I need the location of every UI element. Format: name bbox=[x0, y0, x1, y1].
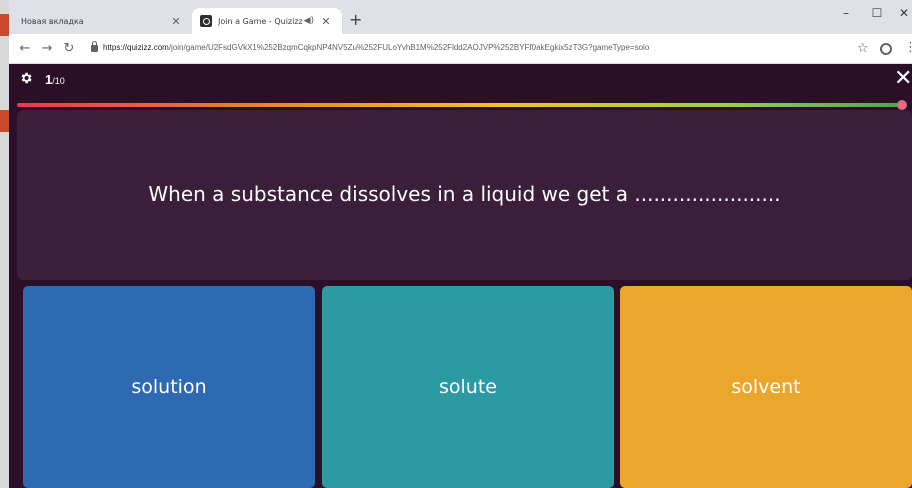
tab-label: Join a Game - Quizizz bbox=[218, 16, 303, 26]
question-counter: 1/10 bbox=[45, 72, 65, 87]
close-icon[interactable]: ✕ bbox=[894, 68, 912, 90]
minimize-button[interactable]: – bbox=[836, 6, 856, 20]
quiz-game: 1/10 ✕ When a substance dissolves in a l… bbox=[9, 64, 912, 488]
browser-toolbar: ← → ↻ https://quizizz.com/join/game/U2Fs… bbox=[9, 34, 912, 64]
back-arrow-icon[interactable]: ← bbox=[17, 41, 33, 57]
url-path: /join/game/U2FsdGVkX1%252BzqmCqkpNP4NV5Z… bbox=[168, 43, 650, 52]
tab-label: Новая вкладка bbox=[21, 16, 84, 26]
question-total: /10 bbox=[52, 76, 65, 86]
game-top-bar: 1/10 ✕ bbox=[9, 64, 912, 98]
star-icon[interactable]: ☆ bbox=[857, 41, 869, 56]
tab-new-tab[interactable]: Новая вкладка ✕ bbox=[9, 8, 192, 34]
reload-icon[interactable]: ↻ bbox=[61, 41, 77, 57]
question-text: When a substance dissolves in a liquid w… bbox=[148, 182, 781, 206]
answer-option-solvent[interactable]: solvent bbox=[620, 286, 912, 488]
lock-icon[interactable] bbox=[91, 41, 98, 52]
gear-icon[interactable] bbox=[19, 71, 33, 85]
forward-arrow-icon[interactable]: → bbox=[39, 41, 55, 57]
close-icon[interactable]: ✕ bbox=[168, 15, 184, 28]
progress-fill bbox=[17, 100, 907, 110]
speaker-icon[interactable]: ◀) bbox=[304, 16, 314, 26]
maximize-button[interactable]: ☐ bbox=[867, 6, 887, 20]
answer-option-solution[interactable]: solution bbox=[23, 286, 315, 488]
tab-strip: Новая вкладка ✕ Join a Game - Quizizz ◀)… bbox=[9, 0, 912, 34]
account-icon[interactable] bbox=[880, 43, 892, 55]
progress-knob bbox=[897, 100, 907, 110]
window-close-button[interactable]: ✕ bbox=[894, 6, 912, 20]
answer-option-solute[interactable]: solute bbox=[322, 286, 614, 488]
desktop-edge-mark bbox=[0, 14, 9, 36]
progress-bar bbox=[17, 100, 907, 110]
url-host: https://quizizz.com bbox=[103, 43, 169, 52]
tab-quizizz[interactable]: Join a Game - Quizizz ◀) ✕ bbox=[192, 8, 342, 34]
desktop-edge-mark bbox=[0, 110, 9, 132]
browser-window: Новая вкладка ✕ Join a Game - Quizizz ◀)… bbox=[9, 0, 912, 488]
address-bar[interactable]: https://quizizz.com/join/game/U2FsdGVkX1… bbox=[103, 43, 843, 52]
question-panel: When a substance dissolves in a liquid w… bbox=[17, 110, 912, 280]
menu-icon[interactable]: ⋮ bbox=[904, 40, 912, 55]
quizizz-favicon-icon bbox=[200, 15, 212, 27]
answer-options: solution solute solvent bbox=[23, 286, 912, 488]
desktop-edge bbox=[0, 0, 9, 488]
new-tab-button[interactable]: + bbox=[349, 10, 362, 29]
close-icon[interactable]: ✕ bbox=[318, 15, 334, 28]
